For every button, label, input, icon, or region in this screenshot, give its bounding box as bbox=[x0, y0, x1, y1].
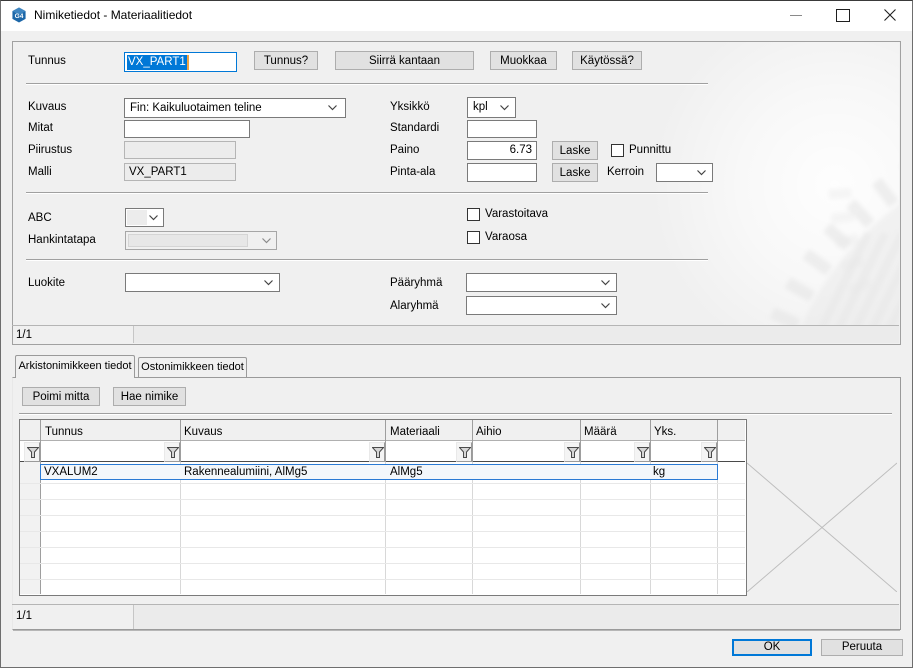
svg-text:G4: G4 bbox=[15, 13, 24, 20]
